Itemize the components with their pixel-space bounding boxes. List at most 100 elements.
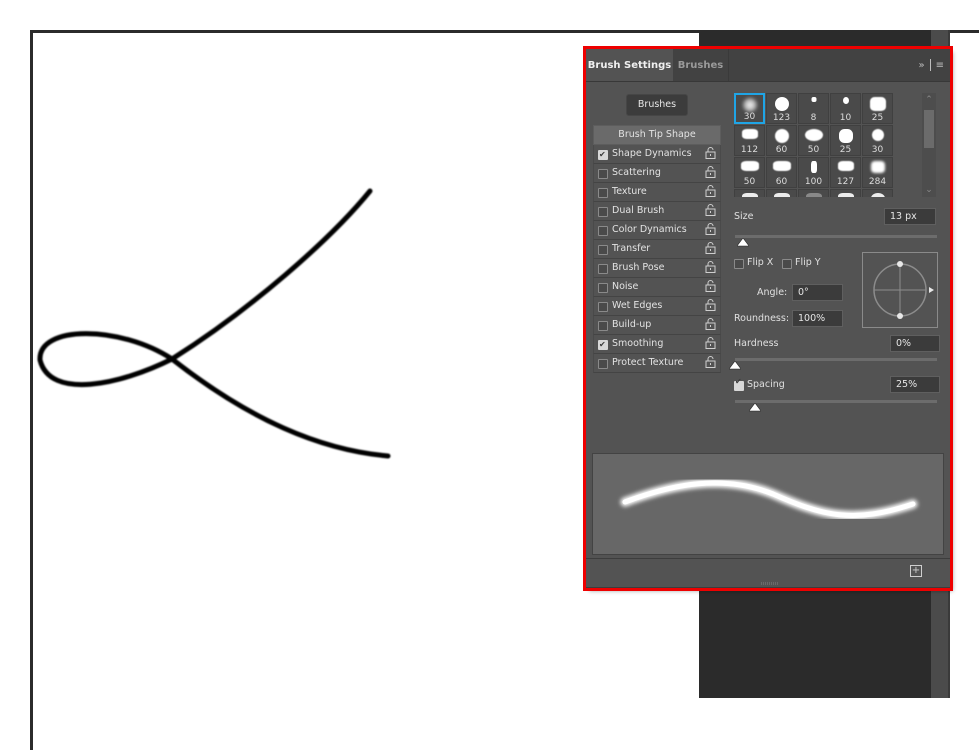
brush-preset[interactable]: 127 <box>830 157 861 188</box>
new-brush-plus-icon[interactable]: + <box>910 565 922 577</box>
angle-input[interactable]: 0° <box>792 284 843 301</box>
hardness-slider-track[interactable] <box>735 358 937 361</box>
brush-preset[interactable]: 60 <box>766 157 797 188</box>
option-checkbox[interactable] <box>598 302 608 312</box>
spacing-checkbox[interactable] <box>734 377 744 391</box>
divider <box>929 59 931 71</box>
brush-preset[interactable]: 60 <box>766 125 797 156</box>
option-checkbox[interactable] <box>598 188 608 198</box>
brush-tip-thumbnail <box>810 161 817 173</box>
lock-icon[interactable] <box>705 318 716 330</box>
brush-preset[interactable]: 112 <box>734 125 765 156</box>
option-checkbox[interactable] <box>598 226 608 236</box>
brush-preset[interactable]: 30 <box>734 93 765 124</box>
brush-preset[interactable] <box>862 189 893 197</box>
hardness-slider-thumb[interactable] <box>729 361 741 370</box>
brushes-button[interactable]: Brushes <box>626 94 688 116</box>
option-checkbox[interactable] <box>598 245 608 255</box>
option-label: Smoothing <box>612 338 664 349</box>
scroll-up-icon[interactable]: ⌃ <box>922 95 936 105</box>
tab-brushes[interactable]: Brushes <box>673 49 729 81</box>
option-label: Brush Tip Shape <box>618 129 696 140</box>
preset-scrollbar[interactable]: ⌃ ⌄ <box>922 93 936 197</box>
flip-y-checkbox[interactable] <box>782 259 792 269</box>
option-checkbox[interactable] <box>598 264 608 274</box>
spacing-slider-thumb[interactable] <box>749 403 762 412</box>
flip-x-checkbox[interactable] <box>734 259 744 269</box>
option-protect-texture[interactable]: Protect Texture <box>593 354 721 373</box>
brush-preset[interactable] <box>734 189 765 197</box>
lock-icon[interactable] <box>705 356 716 368</box>
lock-icon[interactable] <box>705 204 716 216</box>
brush-size-label: 123 <box>772 113 791 123</box>
option-transfer[interactable]: Transfer <box>593 240 721 259</box>
option-wet-edges[interactable]: Wet Edges <box>593 297 721 316</box>
option-noise[interactable]: Noise <box>593 278 721 297</box>
scroll-thumb[interactable] <box>924 110 934 148</box>
brush-preset[interactable]: 25 <box>830 125 861 156</box>
brush-preset[interactable]: 25 <box>862 93 893 124</box>
option-color-dynamics[interactable]: Color Dynamics <box>593 221 721 240</box>
option-checkbox[interactable] <box>598 321 608 331</box>
brush-tip-thumbnail <box>805 193 822 197</box>
brush-preset[interactable]: 123 <box>766 93 797 124</box>
brush-size-label: 100 <box>804 177 823 187</box>
option-dual-brush[interactable]: Dual Brush <box>593 202 721 221</box>
panel-resize-grip[interactable] <box>761 582 779 585</box>
option-label: Protect Texture <box>612 357 684 368</box>
brush-preset[interactable]: 30 <box>862 125 893 156</box>
hardness-input[interactable]: 0% <box>890 335 940 352</box>
option-checkbox[interactable] <box>598 169 608 179</box>
option-scattering[interactable]: Scattering <box>593 164 721 183</box>
size-slider-track[interactable] <box>735 235 937 238</box>
size-input[interactable]: 13 px <box>884 208 936 225</box>
option-checkbox[interactable] <box>598 207 608 217</box>
option-texture[interactable]: Texture <box>593 183 721 202</box>
lock-icon[interactable] <box>705 185 716 197</box>
angle-roundness-widget[interactable] <box>862 252 938 328</box>
brush-tip-thumbnail <box>772 161 791 171</box>
size-slider-thumb[interactable] <box>737 238 750 247</box>
option-brush-tip-shape[interactable]: Brush Tip Shape <box>593 125 721 145</box>
brush-preset[interactable] <box>766 189 797 197</box>
brush-preset[interactable]: 50 <box>798 125 829 156</box>
option-smoothing[interactable]: Smoothing <box>593 335 721 354</box>
brush-preset[interactable]: 50 <box>734 157 765 188</box>
brush-size-label: 30 <box>871 145 884 155</box>
brush-stroke-preview <box>592 453 944 555</box>
lock-icon[interactable] <box>705 166 716 178</box>
lock-icon[interactable] <box>705 147 716 159</box>
scroll-down-icon[interactable]: ⌄ <box>922 185 936 195</box>
brush-preset[interactable]: 10 <box>830 93 861 124</box>
lock-icon[interactable] <box>705 261 716 273</box>
roundness-label: Roundness: <box>734 313 790 324</box>
lock-icon[interactable] <box>705 299 716 311</box>
brush-preset[interactable] <box>830 189 861 197</box>
spacing-input[interactable]: 25% <box>890 376 940 393</box>
brush-preset[interactable]: 8 <box>798 93 829 124</box>
option-checkbox[interactable] <box>598 146 608 164</box>
brush-preset[interactable]: 100 <box>798 157 829 188</box>
hamburger-menu-icon[interactable]: ≡ <box>936 49 944 83</box>
lock-icon[interactable] <box>705 242 716 254</box>
brush-stroke <box>37 188 391 459</box>
option-build-up[interactable]: Build-up <box>593 316 721 335</box>
double-chevron-right-icon[interactable]: » <box>918 49 924 83</box>
roundness-input[interactable]: 100% <box>792 310 843 327</box>
brush-preset[interactable]: 284 <box>862 157 893 188</box>
option-checkbox[interactable] <box>598 336 608 354</box>
lock-icon[interactable] <box>705 337 716 349</box>
tab-brush-settings[interactable]: Brush Settings <box>586 49 673 81</box>
brush-tip-thumbnail <box>740 161 759 171</box>
option-brush-pose[interactable]: Brush Pose <box>593 259 721 278</box>
option-checkbox[interactable] <box>598 359 608 369</box>
angle-dial[interactable] <box>863 253 937 327</box>
spacing-slider-track[interactable] <box>735 400 937 403</box>
option-checkbox[interactable] <box>598 283 608 293</box>
roundness-handle-bottom <box>897 313 903 319</box>
option-shape-dynamics[interactable]: Shape Dynamics <box>593 145 721 164</box>
brush-tip-thumbnail <box>741 129 758 139</box>
brush-preset[interactable] <box>798 189 829 197</box>
lock-icon[interactable] <box>705 280 716 292</box>
lock-icon[interactable] <box>705 223 716 235</box>
